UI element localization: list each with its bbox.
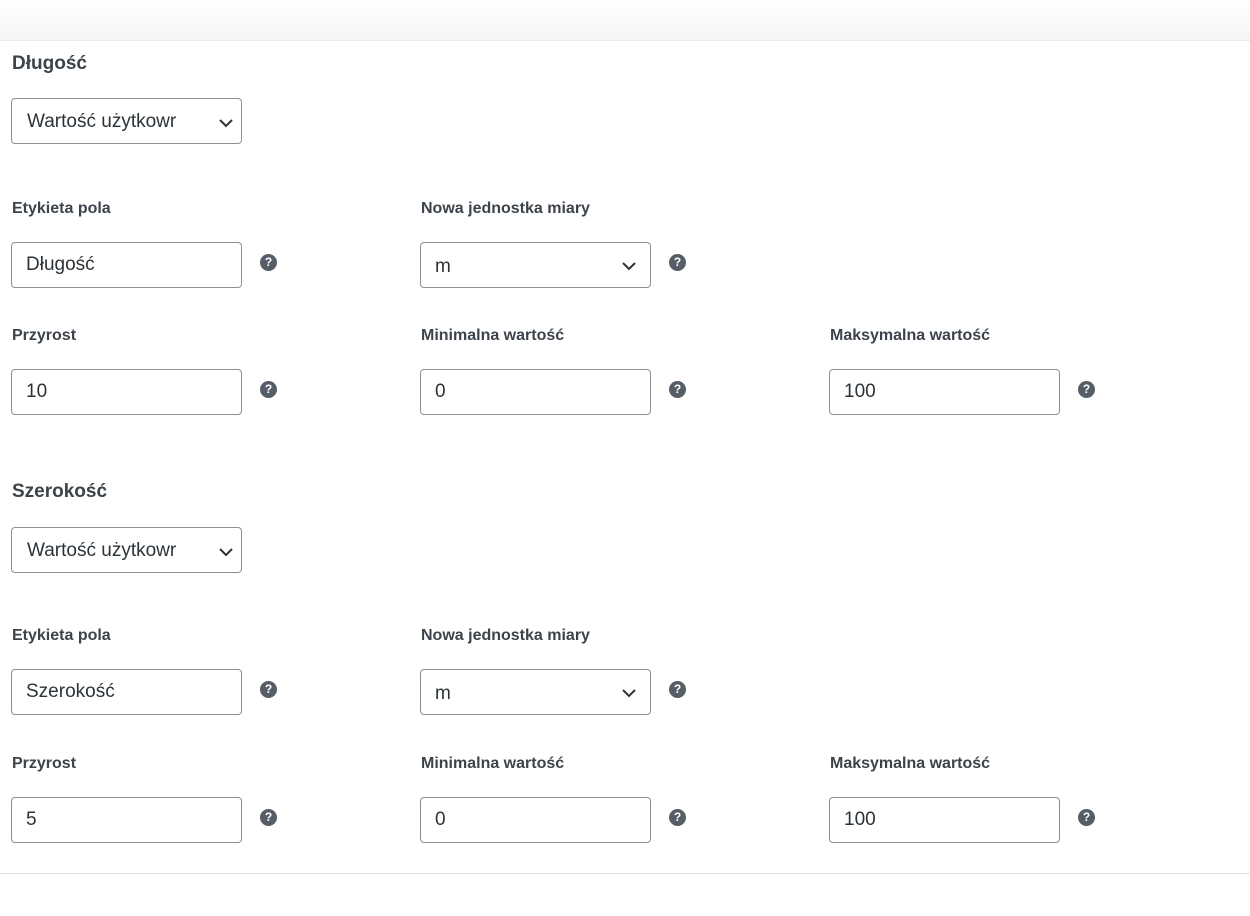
value-mode-selected: Wartość użytkowr [27,540,177,561]
increment-label: Przyrost [12,327,77,344]
field-label-caption: Etykieta pola [12,627,111,644]
chevron-down-icon [622,689,636,698]
chevron-down-icon [622,262,636,271]
max-value-label: Maksymalna wartość [830,327,991,344]
value-mode-selected: Wartość użytkowr [27,111,177,132]
question-circle-icon[interactable]: ? [669,681,686,698]
unit-selected: m [435,256,451,277]
section-title: Długość [12,53,87,74]
unit-label: Nowa jednostka miary [421,200,590,217]
min-value-input[interactable] [420,797,651,843]
unit-selected: m [435,683,451,704]
unit-select[interactable]: m [420,669,651,715]
unit-select[interactable]: m [420,242,651,288]
question-circle-icon[interactable]: ? [669,381,686,398]
field-label-caption: Etykieta pola [12,200,111,217]
value-mode-select[interactable]: Wartość użytkowr [11,98,242,144]
field-label-input[interactable] [11,242,242,288]
max-value-input[interactable] [829,797,1060,843]
value-mode-select[interactable]: Wartość użytkowr [11,527,242,573]
top-bar [0,0,1250,41]
field-label-input[interactable] [11,669,242,715]
question-circle-icon[interactable]: ? [669,809,686,826]
increment-input[interactable] [11,369,242,415]
question-circle-icon[interactable]: ? [1078,381,1095,398]
question-circle-icon[interactable]: ? [260,681,277,698]
max-value-label: Maksymalna wartość [830,755,991,772]
min-value-input[interactable] [420,369,651,415]
question-circle-icon[interactable]: ? [1078,809,1095,826]
section-divider [0,873,1250,874]
question-circle-icon[interactable]: ? [260,381,277,398]
question-circle-icon[interactable]: ? [669,254,686,271]
max-value-input[interactable] [829,369,1060,415]
increment-label: Przyrost [12,755,77,772]
unit-label: Nowa jednostka miary [421,627,590,644]
chevron-down-icon [219,548,233,557]
question-circle-icon[interactable]: ? [260,254,277,271]
chevron-down-icon [219,119,233,128]
min-value-label: Minimalna wartość [421,327,565,344]
increment-input[interactable] [11,797,242,843]
question-circle-icon[interactable]: ? [260,809,277,826]
section-title: Szerokość [12,481,108,502]
min-value-label: Minimalna wartość [421,755,565,772]
